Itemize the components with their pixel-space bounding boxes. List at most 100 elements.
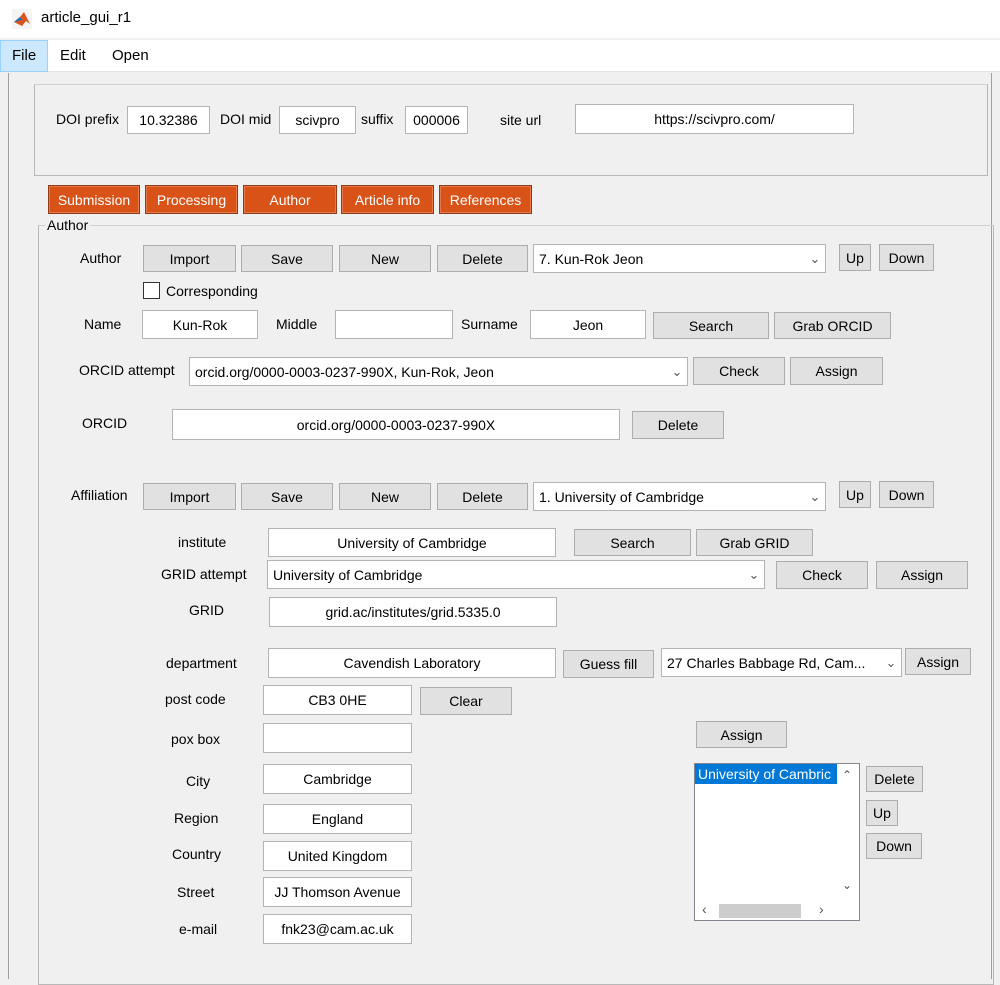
affiliation-down-button[interactable]: Down [879,481,934,508]
region-label: Region [174,810,219,826]
doi-suffix-field[interactable]: 000006 [405,106,468,134]
author-panel-title: Author [45,217,91,233]
name-label: Name [84,316,122,332]
author-new-button[interactable]: New [339,245,431,272]
orcid-label: ORCID [82,415,128,431]
orcid-delete-button[interactable]: Delete [632,411,724,439]
matlab-icon [12,9,32,29]
middle-label: Middle [276,316,318,332]
grab-grid-button[interactable]: Grab GRID [696,529,813,556]
grid-label: GRID [189,602,224,618]
doi-mid-field[interactable]: scivpro [279,106,356,134]
scroll-thumb[interactable] [719,904,801,918]
city-label: City [186,773,211,789]
author-search-button[interactable]: Search [653,312,769,339]
poxbox-field[interactable] [263,723,412,753]
country-label: Country [172,846,222,862]
menu-open[interactable]: Open [101,40,160,72]
menu-edit[interactable]: Edit [49,40,97,72]
window-title: article_gui_r1 [41,9,132,26]
author-label: Author [80,250,122,266]
list-assign-button[interactable]: Assign [696,721,787,748]
orcid-check-button[interactable]: Check [693,357,785,385]
tab-processing[interactable]: Processing [145,185,238,214]
chevron-down-icon: ⌄ [748,566,760,582]
affiliation-label: Affiliation [71,487,128,503]
vertical-scrollbar[interactable]: ⌃ ⌄ [837,764,859,902]
corresponding-label: Corresponding [166,283,258,299]
tab-submission[interactable]: Submission [48,185,140,214]
institute-search-button[interactable]: Search [574,529,691,556]
doi-prefix-field[interactable]: 10.32386 [127,106,210,134]
scroll-right-icon[interactable]: › [819,901,824,917]
guess-fill-button[interactable]: Guess fill [563,650,654,678]
list-down-button[interactable]: Down [866,833,922,859]
affiliation-new-button[interactable]: New [339,483,431,510]
scroll-left-icon[interactable]: ‹ [702,901,707,917]
grid-check-button[interactable]: Check [776,561,868,589]
address-select[interactable]: 27 Charles Babbage Rd, Cam... ⌄ [661,648,902,677]
city-field[interactable]: Cambridge [263,764,412,794]
tab-references[interactable]: References [439,185,532,214]
email-field[interactable]: fnk23@cam.ac.uk [263,914,412,944]
orcid-field[interactable]: orcid.org/0000-0003-0237-990X [172,409,620,440]
grab-orcid-button[interactable]: Grab ORCID [774,312,891,339]
grid-field[interactable]: grid.ac/institutes/grid.5335.0 [269,597,557,627]
orcid-attempt-select[interactable]: orcid.org/0000-0003-0237-990X, Kun-Rok, … [189,357,688,386]
author-delete-button[interactable]: Delete [437,245,528,272]
affiliation-up-button[interactable]: Up [839,481,871,508]
affiliation-delete-button[interactable]: Delete [437,483,528,510]
chevron-down-icon: ⌄ [885,654,897,670]
orcid-attempt-value: orcid.org/0000-0003-0237-990X, Kun-Rok, … [195,363,494,380]
site-url-field[interactable]: https://scivpro.com/ [575,104,854,134]
scroll-down-icon[interactable]: ⌄ [842,878,852,892]
poxbox-label: pox box [171,731,221,747]
corresponding-checkbox[interactable] [143,282,160,299]
clear-button[interactable]: Clear [420,687,512,715]
email-label: e-mail [179,921,218,937]
author-import-button[interactable]: Import [143,245,236,272]
horizontal-scrollbar[interactable]: ‹ › [695,901,837,920]
author-down-button[interactable]: Down [879,244,934,271]
affiliation-select[interactable]: 1. University of Cambridge ⌄ [533,482,826,511]
department-field[interactable]: Cavendish Laboratory [268,648,556,678]
list-item[interactable]: University of Cambric [695,764,837,784]
institute-field[interactable]: University of Cambridge [268,528,556,557]
institute-label: institute [178,534,227,550]
list-delete-button[interactable]: Delete [866,766,923,792]
street-label: Street [177,884,215,900]
grid-attempt-select[interactable]: University of Cambridge ⌄ [267,560,765,589]
grid-assign-button[interactable]: Assign [876,561,968,589]
author-up-button[interactable]: Up [839,244,871,271]
grid-attempt-value: University of Cambridge [273,566,423,583]
chevron-down-icon: ⌄ [809,250,821,266]
orcid-assign-button[interactable]: Assign [790,357,883,385]
surname-field[interactable]: Jeon [530,310,646,339]
chevron-down-icon: ⌄ [809,488,821,504]
street-field[interactable]: JJ Thomson Avenue [263,877,412,907]
tab-article-info[interactable]: Article info [341,185,434,214]
middle-field[interactable] [335,310,453,339]
doi-suffix-label: suffix [361,111,394,127]
affiliation-select-value: 1. University of Cambridge [539,488,704,505]
list-up-button[interactable]: Up [866,800,898,826]
postcode-field[interactable]: CB3 0HE [263,685,412,715]
grid-attempt-label: GRID attempt [161,566,247,582]
name-field[interactable]: Kun-Rok [142,310,258,339]
country-field[interactable]: United Kingdom [263,841,412,871]
author-select[interactable]: 7. Kun-Rok Jeon ⌄ [533,244,826,273]
postcode-label: post code [165,691,226,707]
title-bar [0,0,1000,38]
affiliation-import-button[interactable]: Import [143,483,236,510]
affiliation-listbox[interactable]: University of Cambric ⌃ ⌄ ‹ › [694,763,860,921]
address-assign-button[interactable]: Assign [905,648,971,675]
author-select-value: 7. Kun-Rok Jeon [539,250,644,267]
doi-prefix-label: DOI prefix [56,111,120,127]
affiliation-save-button[interactable]: Save [241,483,333,510]
scroll-up-icon[interactable]: ⌃ [842,768,852,782]
region-field[interactable]: England [263,804,412,834]
author-save-button[interactable]: Save [241,245,333,272]
menu-file[interactable]: File [0,40,49,72]
doi-mid-label: DOI mid [220,111,272,127]
tab-author[interactable]: Author [243,185,337,214]
